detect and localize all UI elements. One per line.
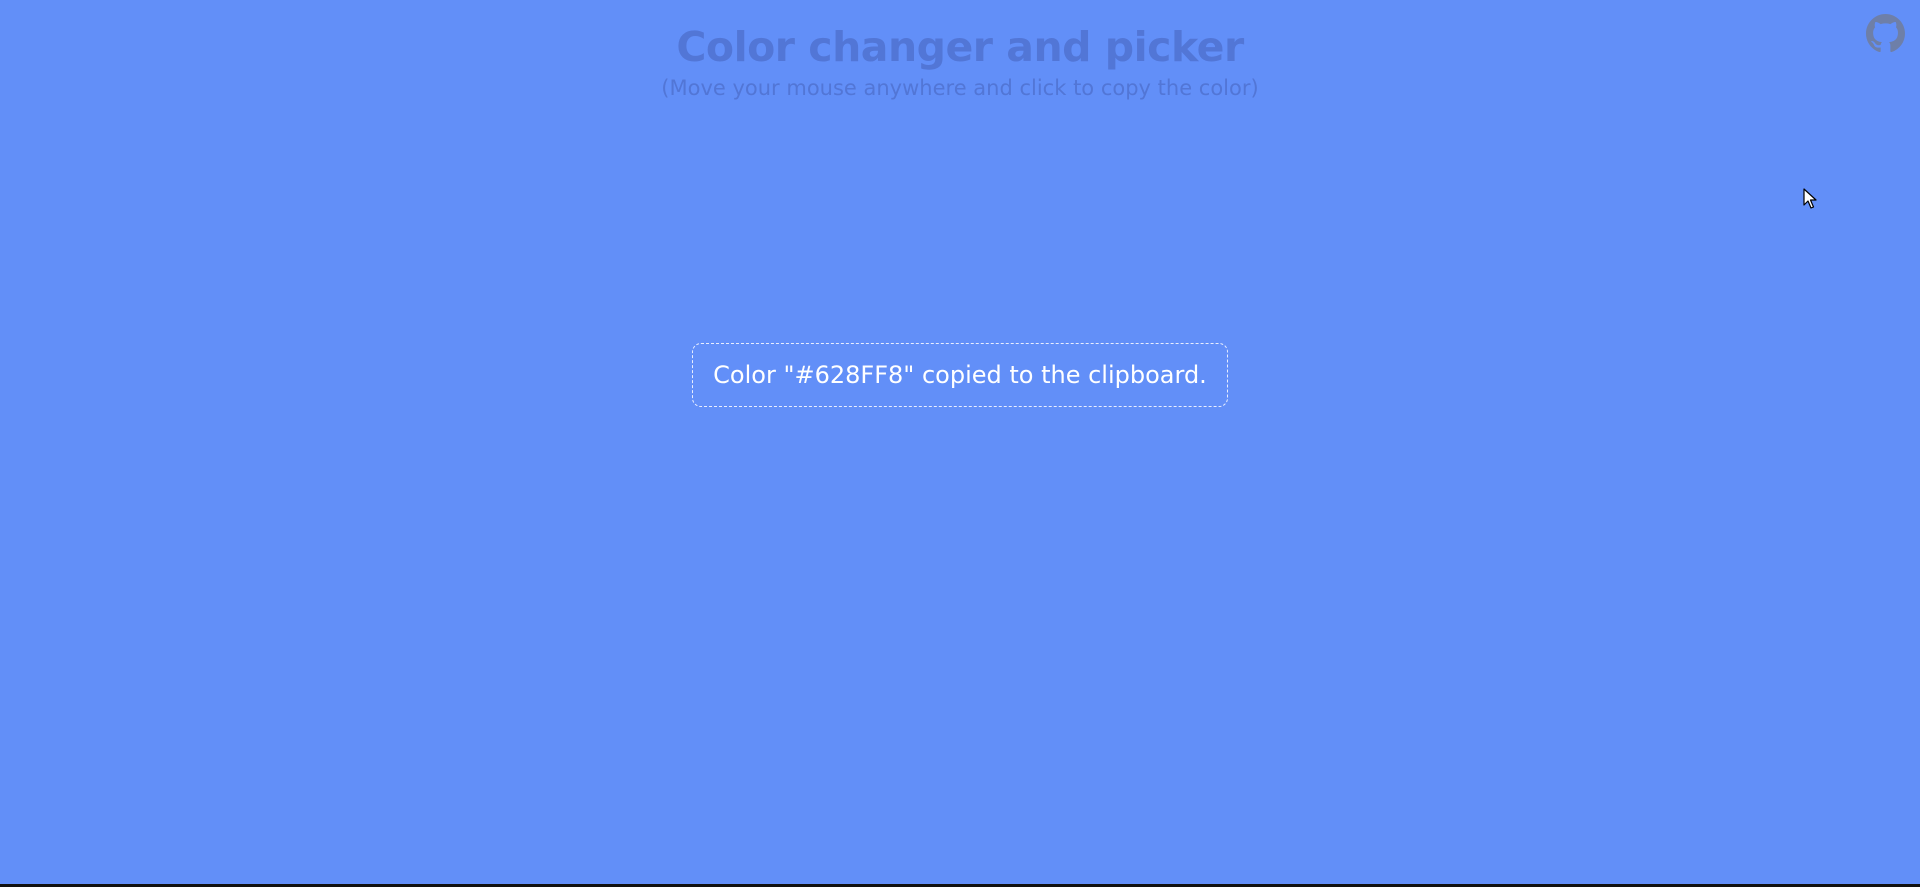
header: Color changer and picker (Move your mous…: [0, 22, 1920, 102]
github-link[interactable]: [1866, 14, 1905, 53]
toast-message: Color "#628FF8" copied to the clipboard.: [713, 361, 1207, 389]
mouse-cursor-icon: [1803, 188, 1817, 210]
copied-toast: Color "#628FF8" copied to the clipboard.: [692, 343, 1228, 407]
github-icon: [1866, 14, 1905, 53]
color-picker-page[interactable]: Color changer and picker (Move your mous…: [0, 0, 1920, 884]
page-subtitle: (Move your mouse anywhere and click to c…: [661, 76, 1259, 100]
page-title: Color changer and picker: [676, 23, 1244, 71]
